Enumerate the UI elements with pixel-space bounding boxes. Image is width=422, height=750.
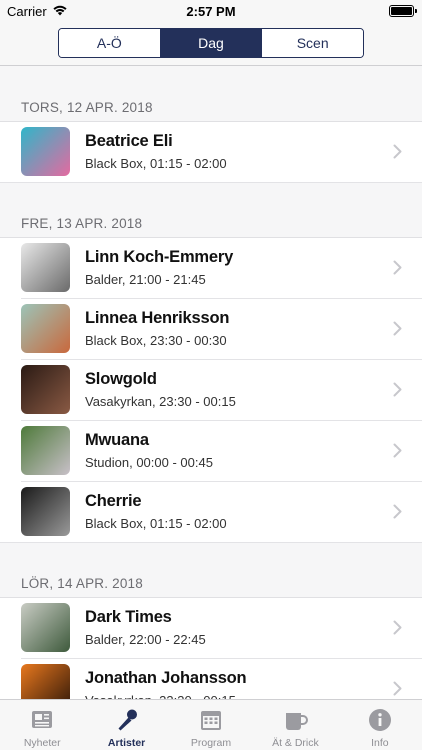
artist-name: Mwuana xyxy=(85,431,149,449)
artist-stage-time: Black Box, 01:15 - 02:00 xyxy=(85,516,227,531)
artist-photo xyxy=(21,304,70,353)
artist-photo xyxy=(21,243,70,292)
tab-label: Artister xyxy=(107,737,146,749)
artist-name: Cherrie xyxy=(85,492,142,510)
sort-segmented-control: A-Ö Dag Scen xyxy=(58,28,364,58)
chevron-right-icon xyxy=(393,443,402,458)
section-header: FRE, 13 APR. 2018 xyxy=(0,183,422,238)
artist-name: Slowgold xyxy=(85,370,157,388)
tab-bar: Nyheter Artister Program Ät & Drick Info xyxy=(0,699,422,750)
battery-icon xyxy=(389,5,417,17)
section-header: TORS, 12 APR. 2018 xyxy=(0,67,422,122)
tab-label: Program xyxy=(190,737,232,749)
tab-label: Ät & Drick xyxy=(272,737,319,749)
artist-name: Jonathan Johansson xyxy=(85,669,247,687)
artist-list[interactable]: TORS, 12 APR. 2018 Beatrice Eli Black Box,… xyxy=(0,67,422,699)
tab-microphone[interactable]: Artister xyxy=(84,700,168,750)
chevron-right-icon xyxy=(393,382,402,397)
segment-a-o[interactable]: A-Ö xyxy=(59,29,161,57)
artist-row[interactable]: Dark Times Balder, 22:00 - 22:45 xyxy=(0,598,422,659)
artist-name: Linn Koch-Emmery xyxy=(85,248,234,266)
artist-name: Beatrice Eli xyxy=(85,132,173,150)
tab-newspaper[interactable]: Nyheter xyxy=(0,700,84,750)
artist-row[interactable]: Linnea Henriksson Black Box, 23:30 - 00:3… xyxy=(0,299,422,360)
segment-header: A-Ö Dag Scen xyxy=(0,22,422,66)
clock: 2:57 PM xyxy=(186,4,236,19)
tab-label: Info xyxy=(371,737,389,749)
artist-photo xyxy=(21,127,70,176)
artist-row[interactable]: Beatrice Eli Black Box, 01:15 - 02:00 xyxy=(0,122,422,183)
artist-photo xyxy=(21,603,70,652)
artist-photo xyxy=(21,426,70,475)
artist-stage-time: Studion, 00:00 - 00:45 xyxy=(85,455,213,470)
tab-calendar[interactable]: Program xyxy=(169,700,253,750)
artist-photo xyxy=(21,365,70,414)
artist-row[interactable]: Mwuana Studion, 00:00 - 00:45 xyxy=(0,421,422,482)
artist-name: Linnea Henriksson xyxy=(85,309,230,327)
segment-scen[interactable]: Scen xyxy=(262,29,363,57)
artist-row[interactable]: Cherrie Black Box, 01:15 - 02:00 xyxy=(0,482,422,543)
app-root: Carrier 2:57 PM A-Ö Dag Scen TORS, 12 APR.… xyxy=(0,0,422,750)
tab-info[interactable]: Info xyxy=(338,700,422,750)
chevron-right-icon xyxy=(393,681,402,696)
chevron-right-icon xyxy=(393,144,402,159)
artist-stage-time: Balder, 21:00 - 21:45 xyxy=(85,272,206,287)
info-icon xyxy=(367,708,393,732)
chevron-right-icon xyxy=(393,504,402,519)
mug-icon xyxy=(282,708,309,732)
chevron-right-icon xyxy=(393,260,402,275)
segment-dag[interactable]: Dag xyxy=(160,29,263,57)
artist-row[interactable]: Linn Koch-Emmery Balder, 21:00 - 21:45 xyxy=(0,238,422,299)
artist-photo xyxy=(21,487,70,536)
artist-stage-time: Vasakyrkan, 23:30 - 00:15 xyxy=(85,394,236,409)
artist-stage-time: Balder, 22:00 - 22:45 xyxy=(85,632,206,647)
section-header: LÖR, 14 APR. 2018 xyxy=(0,543,422,598)
chevron-right-icon xyxy=(393,321,402,336)
artist-photo xyxy=(21,664,70,699)
calendar-icon xyxy=(198,708,224,732)
artist-name: Dark Times xyxy=(85,608,172,626)
artist-row[interactable]: Jonathan JohanssonVasakyrkan, 23:30 - 00… xyxy=(0,659,422,699)
microphone-icon xyxy=(114,708,140,732)
newspaper-icon xyxy=(29,708,55,732)
tab-mug[interactable]: Ät & Drick xyxy=(253,700,337,750)
tab-label: Nyheter xyxy=(23,737,61,749)
status-bar: Carrier 2:57 PM xyxy=(0,0,422,22)
artist-stage-time: Black Box, 23:30 - 00:30 xyxy=(85,333,227,348)
chevron-right-icon xyxy=(393,620,402,635)
artist-stage-time: Black Box, 01:15 - 02:00 xyxy=(85,156,227,171)
artist-row[interactable]: Slowgold Vasakyrkan, 23:30 - 00:15 xyxy=(0,360,422,421)
